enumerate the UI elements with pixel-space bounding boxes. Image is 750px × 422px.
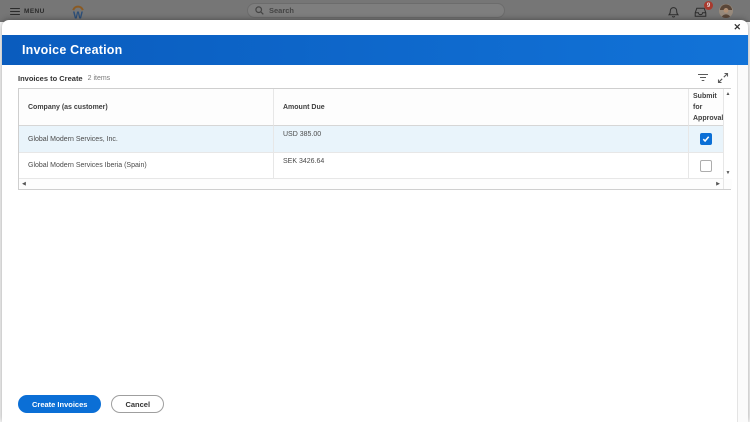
scroll-up-icon[interactable]: ▲ <box>726 92 731 97</box>
notifications-bell-icon[interactable] <box>668 6 679 18</box>
create-invoices-button[interactable]: Create Invoices <box>18 395 101 413</box>
invoices-table: Company (as customer) Amount Due Submit … <box>18 88 731 190</box>
modal-body: Invoices to Create 2 items Company (as c… <box>2 72 748 190</box>
filter-icon[interactable] <box>697 73 709 83</box>
notification-badge: 9 <box>704 1 713 10</box>
column-header-company: Company (as customer) <box>19 89 274 126</box>
scroll-right-icon[interactable]: ▶ <box>716 182 720 187</box>
expand-icon[interactable] <box>717 72 729 84</box>
invoice-creation-modal: ✕ Invoice Creation Invoices to Create 2 … <box>2 20 748 422</box>
search-icon <box>255 6 264 15</box>
table-cell-submit <box>689 126 723 153</box>
table-title: Invoices to Create <box>18 74 83 83</box>
menu-label[interactable]: MENU <box>24 8 45 15</box>
hamburger-menu-icon[interactable] <box>10 8 20 15</box>
table-cell-amount: SEK 3426.64 <box>274 153 689 179</box>
scroll-left-icon[interactable]: ◀ <box>22 182 26 187</box>
vertical-scrollbar[interactable]: ▲ ▼ <box>723 89 732 179</box>
cancel-button[interactable]: Cancel <box>111 395 164 413</box>
table-cell-amount: USD 385.00 <box>274 126 689 153</box>
table-cell-submit <box>689 153 723 179</box>
search-input[interactable]: Search <box>247 3 505 18</box>
horizontal-scrollbar[interactable]: ◀ ▶ <box>19 179 723 189</box>
checkmark-icon <box>702 135 710 143</box>
submit-approval-checkbox-row1[interactable] <box>700 133 712 145</box>
table-cell-company: Global Modern Services, Inc. <box>19 126 274 153</box>
modal-scrollbar-track[interactable] <box>737 65 748 422</box>
workday-logo-icon[interactable]: W <box>70 3 86 20</box>
column-header-amount-due: Amount Due <box>274 89 689 126</box>
search-placeholder: Search <box>269 6 294 15</box>
modal-footer: Create Invoices Cancel <box>18 395 164 413</box>
svg-text:W: W <box>73 10 83 21</box>
column-header-submit-for-approval: Submit for Approval? <box>689 89 723 126</box>
user-avatar[interactable] <box>719 4 733 18</box>
scroll-down-icon[interactable]: ▼ <box>726 171 731 176</box>
table-cell-company: Global Modern Services Iberia (Spain) <box>19 153 274 179</box>
submit-approval-checkbox-row2[interactable] <box>700 160 712 172</box>
top-navigation-bar: MENU W Search 9 <box>0 0 750 22</box>
scrollbar-corner <box>723 179 732 189</box>
page-title: Invoice Creation <box>22 43 122 57</box>
item-count: 2 items <box>88 75 111 82</box>
modal-header: Invoice Creation <box>2 35 748 65</box>
close-icon[interactable]: ✕ <box>733 22 741 33</box>
table-toolbar: Invoices to Create 2 items <box>18 72 731 85</box>
